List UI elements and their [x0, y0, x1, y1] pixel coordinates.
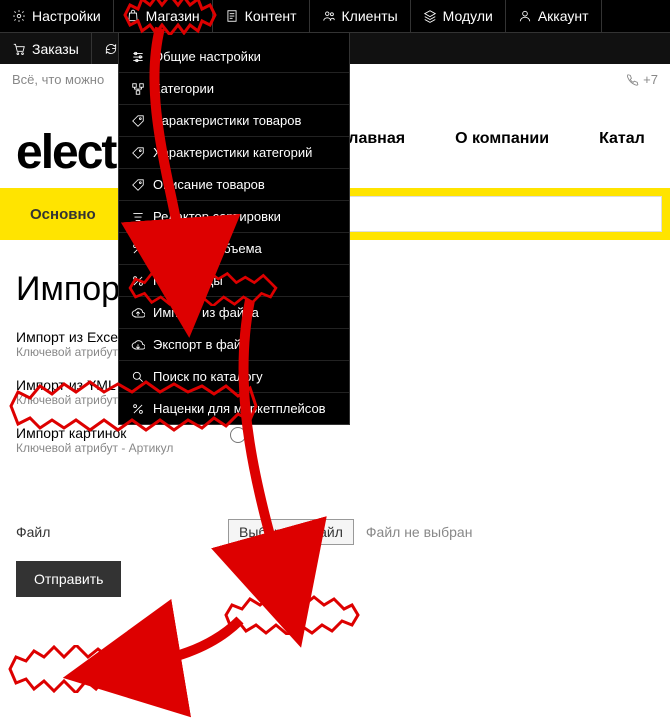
- opt-images-title: Импорт картинок: [16, 425, 222, 441]
- opt-images-radio[interactable]: [230, 427, 246, 443]
- cloud-download-icon: [131, 338, 145, 352]
- percent-icon: [131, 242, 145, 256]
- opt-images-sub: Ключевой атрибут - Артикул: [16, 441, 222, 455]
- nav-modules[interactable]: Модули: [411, 0, 506, 32]
- bag-icon: [126, 9, 140, 23]
- refresh-icon: [104, 42, 118, 56]
- cart-icon: [12, 42, 26, 56]
- dd-product-desc[interactable]: Описание товаров: [119, 168, 349, 200]
- nav-content-label: Контент: [245, 8, 297, 24]
- subnav-orders-label: Заказы: [32, 41, 79, 57]
- dd-product-attrs[interactable]: Характеристики товаров: [119, 104, 349, 136]
- document-icon: [225, 9, 239, 23]
- search-icon: [131, 370, 145, 384]
- percent-icon: [131, 402, 145, 416]
- phone-icon: [625, 73, 639, 87]
- submit-button[interactable]: Отправить: [16, 561, 121, 597]
- nav-settings-label: Настройки: [32, 8, 101, 24]
- annotation-highlight: [6, 645, 126, 693]
- gear-icon: [12, 9, 26, 23]
- dd-category-attrs[interactable]: Характеристики категорий: [119, 136, 349, 168]
- sitenav-catalog[interactable]: Катал: [599, 130, 645, 148]
- nav-shop-label: Магазин: [146, 8, 200, 24]
- sort-icon: [131, 210, 145, 224]
- nav-clients-label: Клиенты: [342, 8, 398, 24]
- dd-categories[interactable]: Категории: [119, 72, 349, 104]
- file-label: Файл: [16, 524, 216, 540]
- tag-icon: [131, 178, 145, 192]
- dd-sort-editor[interactable]: Редактор сортировки: [119, 200, 349, 232]
- nav-settings[interactable]: Настройки: [0, 0, 114, 32]
- dd-promocodes[interactable]: Промокоды: [119, 264, 349, 296]
- choose-file-button[interactable]: Выберите файл: [228, 519, 354, 545]
- dd-catalog-search[interactable]: Поиск по каталогу: [119, 360, 349, 392]
- yellow-tab[interactable]: Основно: [0, 206, 126, 223]
- dd-marketplace-markup[interactable]: Наценки для маркетплейсов: [119, 392, 349, 424]
- nav-clients[interactable]: Клиенты: [310, 0, 411, 32]
- file-status: Файл не выбран: [366, 524, 473, 540]
- dd-export-file[interactable]: Экспорт в файл: [119, 328, 349, 360]
- layers-icon: [423, 9, 437, 23]
- info-slogan: Всё, что можно: [12, 72, 104, 87]
- person-icon: [518, 9, 532, 23]
- percent-icon: [131, 274, 145, 288]
- dd-general-settings[interactable]: Общие настройки: [119, 33, 349, 72]
- subnav-orders[interactable]: Заказы: [0, 33, 92, 64]
- nav-modules-label: Модули: [443, 8, 493, 24]
- nav-account-label: Аккаунт: [538, 8, 589, 24]
- people-icon: [322, 9, 336, 23]
- tag-icon: [131, 114, 145, 128]
- dd-import-file[interactable]: Импорт из файла: [119, 296, 349, 328]
- nav-content[interactable]: Контент: [213, 0, 310, 32]
- sitenav-about[interactable]: О компании: [455, 130, 549, 148]
- annotation-arrow: [110, 620, 250, 680]
- info-phone: +7: [625, 72, 658, 87]
- shop-dropdown: Общие настройки Категории Характеристики…: [118, 32, 350, 425]
- cloud-upload-icon: [131, 306, 145, 320]
- tag-icon: [131, 146, 145, 160]
- nav-account[interactable]: Аккаунт: [506, 0, 602, 32]
- tree-icon: [131, 82, 145, 96]
- sliders-icon: [131, 50, 145, 64]
- dd-volume-discounts[interactable]: Скидки от объема: [119, 232, 349, 264]
- nav-shop[interactable]: Магазин: [114, 0, 213, 32]
